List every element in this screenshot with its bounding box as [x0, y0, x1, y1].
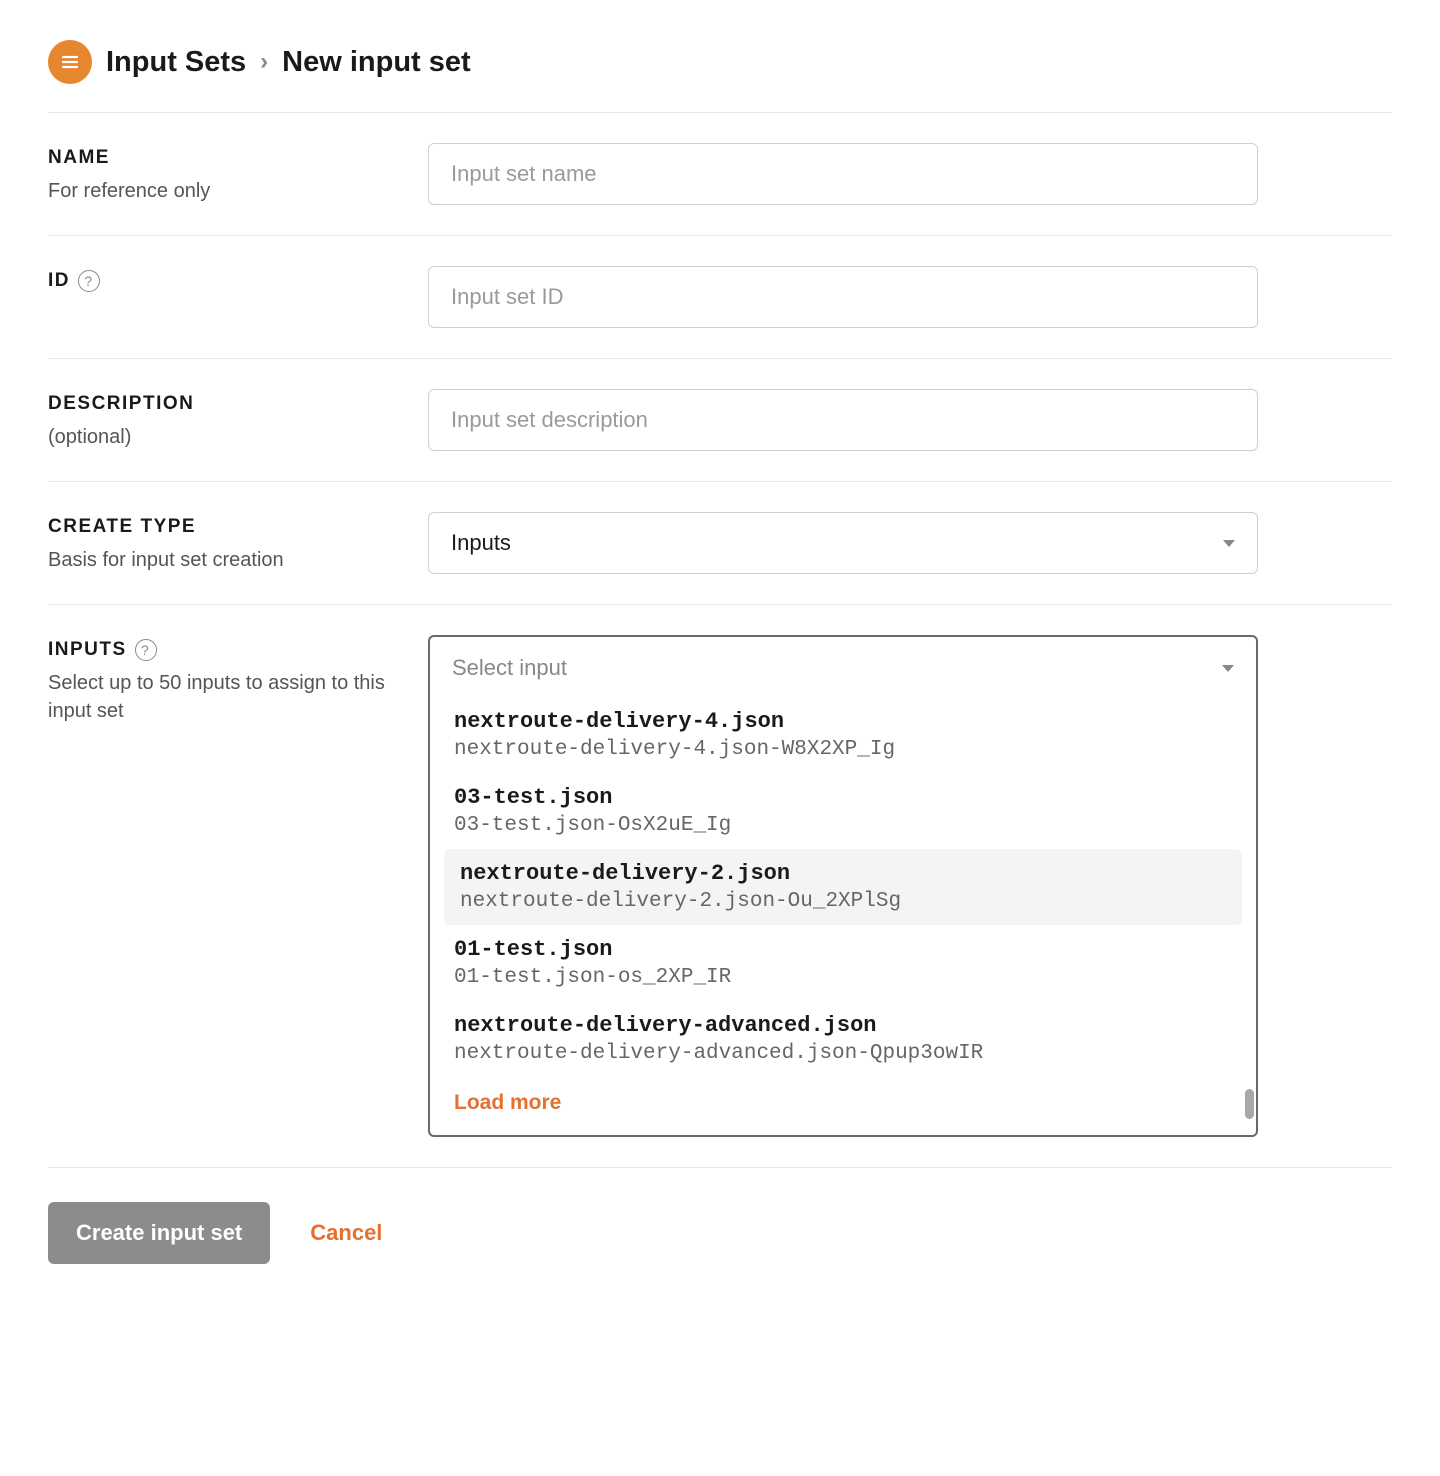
help-icon[interactable]: ?: [135, 639, 157, 661]
name-input[interactable]: [428, 143, 1258, 205]
inputs-placeholder: Select input: [452, 655, 567, 681]
inputs-dropdown-list[interactable]: nextroute-delivery-4.json nextroute-deli…: [430, 693, 1256, 1135]
inputs-dropdown[interactable]: Select input nextroute-delivery-4.json n…: [428, 635, 1258, 1137]
load-more-button[interactable]: Load more: [444, 1077, 1242, 1119]
chevron-down-icon: [1222, 665, 1234, 672]
create-type-select[interactable]: Inputs: [428, 512, 1258, 574]
input-sets-icon: [48, 40, 92, 84]
create-type-sublabel: Basis for input set creation: [48, 546, 428, 574]
scrollbar-thumb[interactable]: [1245, 1089, 1254, 1119]
chevron-right-icon: ›: [260, 48, 268, 76]
inputs-sublabel: Select up to 50 inputs to assign to this…: [48, 669, 428, 725]
dropdown-option[interactable]: nextroute-delivery-advanced.json nextrou…: [444, 1001, 1242, 1077]
help-icon[interactable]: ?: [78, 270, 100, 292]
chevron-down-icon: [1223, 540, 1235, 547]
name-label: NAME: [48, 147, 428, 169]
name-sublabel: For reference only: [48, 177, 428, 205]
id-input[interactable]: [428, 266, 1258, 328]
create-type-label: CREATE TYPE: [48, 516, 428, 538]
create-type-value: Inputs: [451, 530, 511, 556]
breadcrumb: Input Sets › New input set: [48, 40, 1392, 84]
description-label: DESCRIPTION: [48, 393, 428, 415]
create-input-set-button[interactable]: Create input set: [48, 1202, 270, 1264]
breadcrumb-current: New input set: [282, 46, 471, 79]
description-sublabel: (optional): [48, 423, 428, 451]
description-input[interactable]: [428, 389, 1258, 451]
dropdown-option[interactable]: 03-test.json 03-test.json-OsX2uE_Ig: [444, 773, 1242, 849]
inputs-label: INPUTS: [48, 639, 127, 661]
dropdown-option[interactable]: nextroute-delivery-2.json nextroute-deli…: [444, 849, 1242, 925]
breadcrumb-parent[interactable]: Input Sets: [106, 46, 246, 79]
dropdown-option[interactable]: nextroute-delivery-4.json nextroute-deli…: [444, 697, 1242, 773]
cancel-button[interactable]: Cancel: [310, 1220, 382, 1246]
id-label: ID: [48, 270, 70, 292]
dropdown-option[interactable]: 01-test.json 01-test.json-os_2XP_IR: [444, 925, 1242, 1001]
